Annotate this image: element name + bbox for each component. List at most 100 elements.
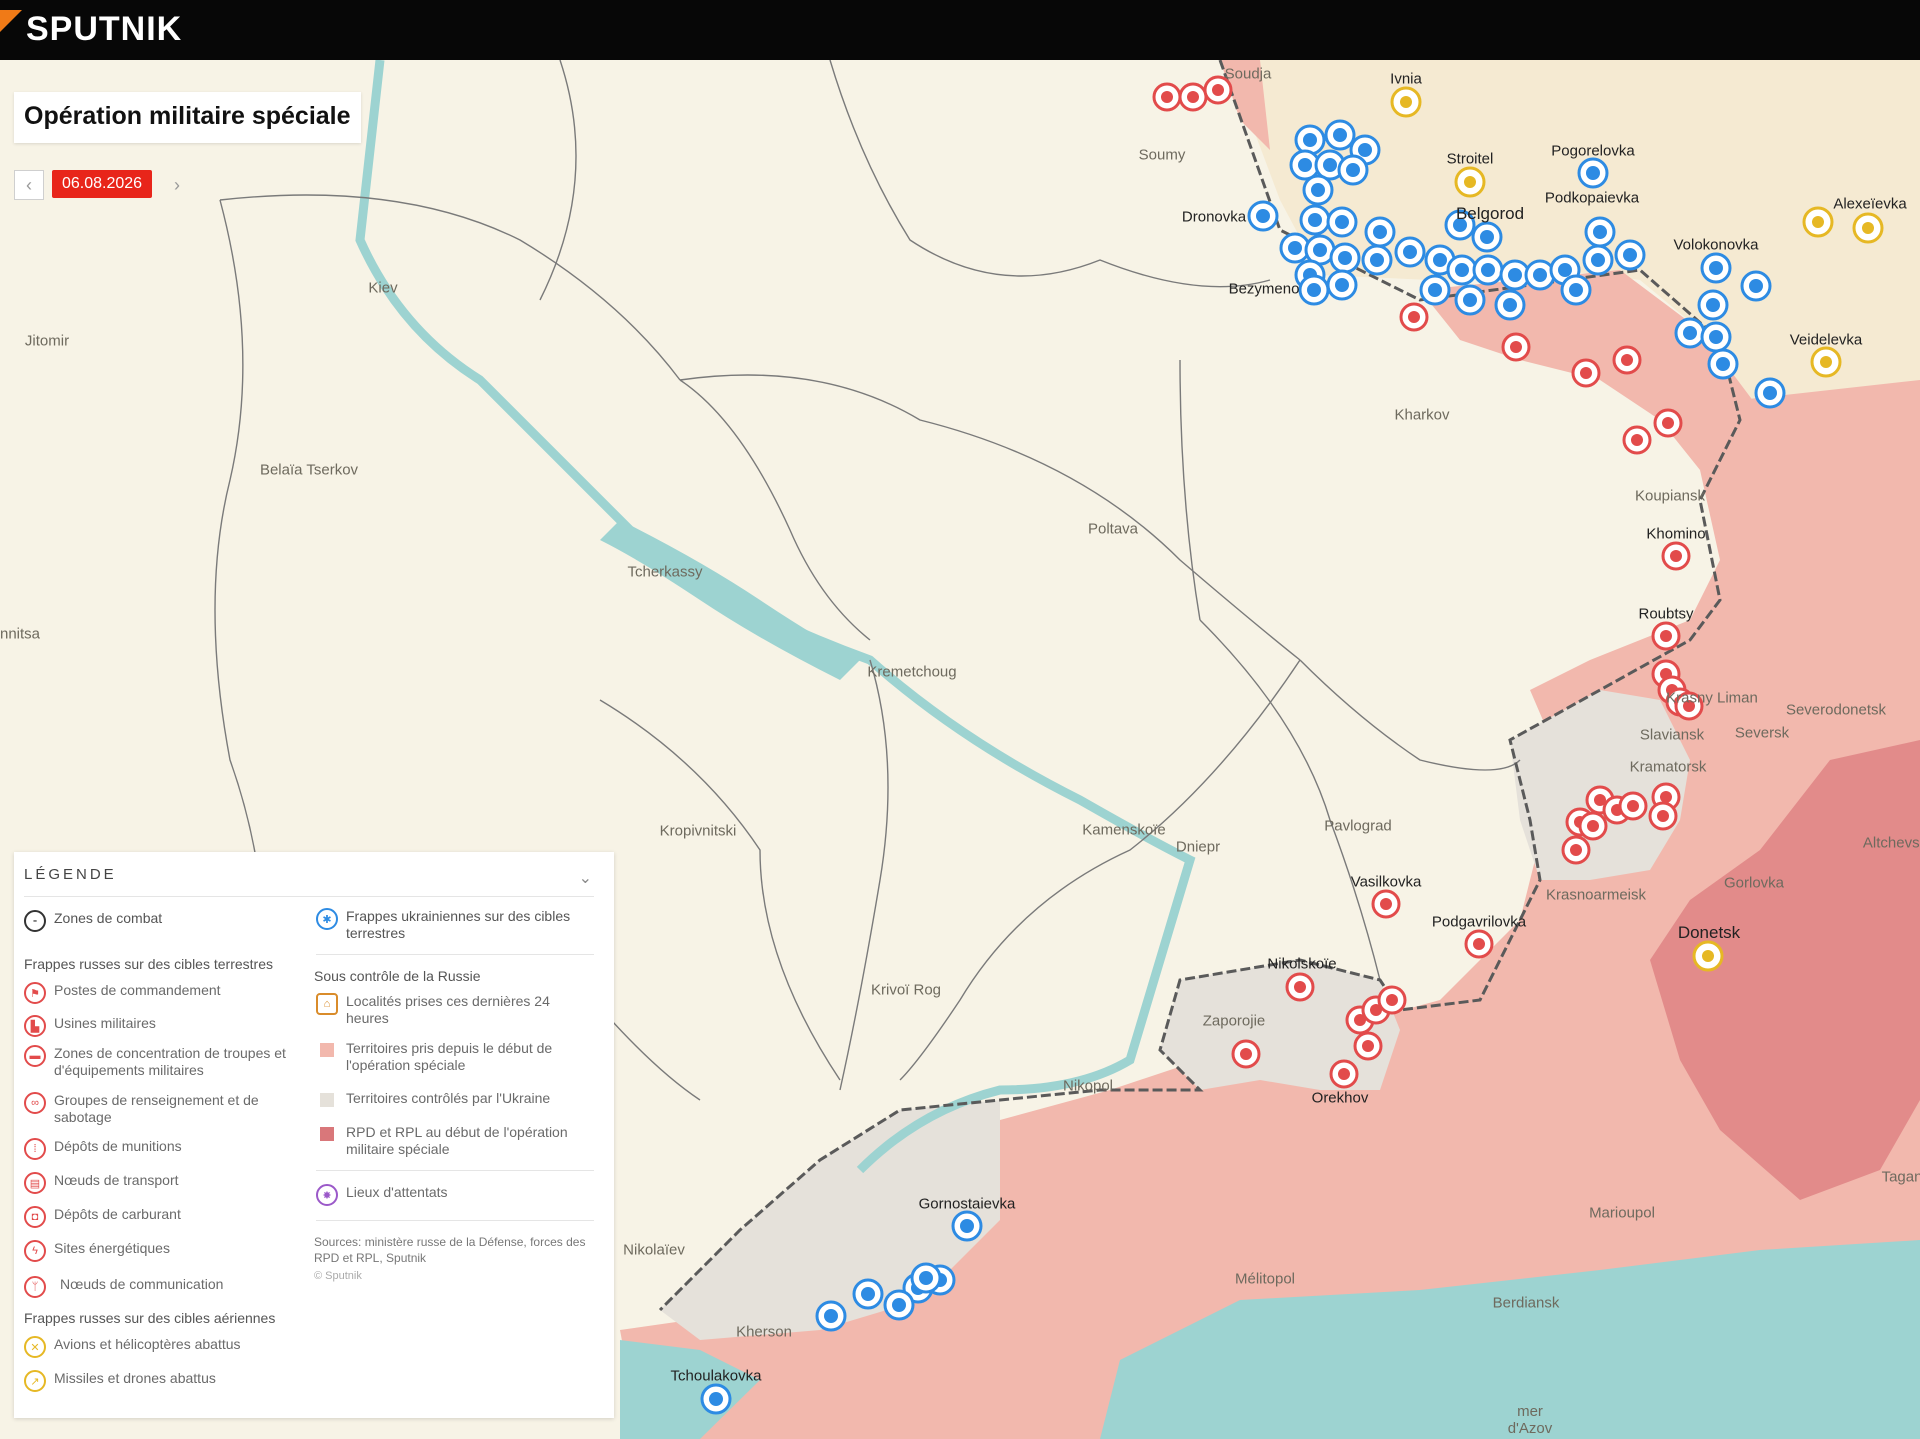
place-stroitel: Stroitel bbox=[1446, 150, 1494, 168]
legend-item-label: Territoires pris depuis le début de l'op… bbox=[346, 1040, 553, 1073]
strike-marker-red bbox=[1612, 345, 1642, 375]
legend-item: ✸ Lieux d'attentats bbox=[316, 1184, 596, 1206]
strike-marker-blue bbox=[1394, 236, 1426, 268]
legend-item: ϟ Sites énergétiques bbox=[24, 1240, 314, 1262]
chevron-right-icon[interactable]: › bbox=[162, 170, 192, 200]
header-bar: SPUTNIK bbox=[0, 0, 1920, 60]
strike-marker-blue bbox=[1454, 284, 1486, 316]
legend-heading: LÉGENDE bbox=[24, 866, 117, 883]
chevron-left-icon[interactable]: ‹ bbox=[14, 170, 44, 200]
place-krasny-liman: Krasny Liman bbox=[1666, 689, 1758, 707]
legend-item: ↗ Missiles et drones abattus bbox=[24, 1370, 314, 1392]
chevron-down-icon[interactable]: ⌄ bbox=[579, 868, 592, 888]
strike-marker-blue bbox=[852, 1278, 884, 1310]
divider bbox=[316, 954, 594, 955]
air-target-marker-yellow bbox=[1390, 86, 1422, 118]
strike-marker-blue bbox=[1419, 274, 1451, 306]
antenna-icon: ᛘ bbox=[24, 1276, 46, 1298]
place-podgavrilovka: Podgavrilovka bbox=[1431, 913, 1527, 931]
divider bbox=[316, 1220, 594, 1221]
legend-item-label: Nœuds de communication bbox=[60, 1276, 224, 1292]
strike-marker-blue bbox=[1247, 200, 1279, 232]
place-krivoi-rog: Krivoï Rog bbox=[870, 981, 942, 999]
strike-marker-red bbox=[1464, 929, 1494, 959]
divider bbox=[316, 1170, 594, 1171]
air-target-marker-yellow bbox=[1810, 346, 1842, 378]
strike-marker-blue bbox=[1364, 216, 1396, 248]
strike-marker-blue bbox=[1697, 289, 1729, 321]
legend-item: ▬ Zones de concentration de troupes et d… bbox=[24, 1045, 314, 1079]
place-zaporojie: Zaporojie bbox=[1202, 1012, 1266, 1030]
legend-item: ✕ Avions et hélicoptères abattus bbox=[24, 1336, 314, 1358]
strike-marker-blue bbox=[1584, 216, 1616, 248]
place-nikopol: Nikopol bbox=[1062, 1077, 1114, 1095]
place-gornostaievka: Gornostaievka bbox=[918, 1195, 1016, 1213]
date-badge[interactable]: 06.08.2026 bbox=[52, 170, 153, 198]
place-vasilkovka: Vasilkovka bbox=[1350, 873, 1422, 891]
strike-marker-red bbox=[1178, 82, 1208, 112]
place-soumy: Soumy bbox=[1138, 146, 1186, 164]
strike-marker-red bbox=[1561, 835, 1591, 865]
strike-marker-blue bbox=[1326, 269, 1358, 301]
strike-marker-blue bbox=[1326, 206, 1358, 238]
sputnik-logo-mark-icon bbox=[0, 10, 22, 32]
legend-item: Territoires pris depuis le début de l'op… bbox=[316, 1040, 596, 1074]
binoculars-icon: ∞ bbox=[24, 1092, 46, 1114]
strike-marker-blue bbox=[1494, 289, 1526, 321]
legend-item: ᛘ Nœuds de communication bbox=[24, 1276, 314, 1298]
place-orekhov: Orekhov bbox=[1311, 1089, 1369, 1107]
legend-russian-ground-heading: Frappes russes sur des cibles terrestres bbox=[24, 956, 273, 972]
place-krasnoarmeisk: Krasnoarmeisk bbox=[1545, 886, 1647, 904]
legend-item-label: Usines militaires bbox=[54, 1015, 156, 1031]
place-gorlovka: Gorlovka bbox=[1723, 874, 1785, 892]
place-khomino: Khomino bbox=[1646, 525, 1706, 543]
place-dronovka: Dronovka bbox=[1181, 208, 1247, 226]
strike-marker-red bbox=[1618, 791, 1648, 821]
factory-icon: ▙ bbox=[24, 1015, 46, 1037]
place-pogorelovka: Pogorelovka bbox=[1551, 142, 1635, 160]
strike-marker-red bbox=[1622, 425, 1652, 455]
strike-marker-blue bbox=[1700, 252, 1732, 284]
legend-item: RPD et RPL au début de l'opération milit… bbox=[316, 1124, 596, 1158]
sputnik-logo[interactable]: SPUTNIK bbox=[26, 10, 182, 49]
legend-combat: ⁃ Zones de combat bbox=[24, 910, 162, 932]
strike-marker-blue bbox=[1614, 239, 1646, 271]
legend-item-label: Zones de concentration de troupes et d'é… bbox=[54, 1045, 286, 1078]
fuel-icon: ◘ bbox=[24, 1206, 46, 1228]
truck-icon: ▬ bbox=[24, 1045, 46, 1067]
place-mer-azov: mer d'Azov bbox=[1507, 1403, 1553, 1437]
air-target-marker-yellow bbox=[1852, 212, 1884, 244]
legend-combat-label: Zones de combat bbox=[54, 910, 163, 926]
strike-marker-blue bbox=[1471, 221, 1503, 253]
air-target-marker-yellow bbox=[1802, 206, 1834, 238]
strike-marker-blue bbox=[1740, 270, 1772, 302]
place-ivnia: Ivnia bbox=[1390, 70, 1422, 88]
strike-marker-blue bbox=[883, 1289, 915, 1321]
strike-marker-blue bbox=[951, 1210, 983, 1242]
legend-russian-air-heading: Frappes russes sur des cibles aériennes bbox=[24, 1310, 276, 1326]
strike-marker-blue bbox=[910, 1262, 942, 1294]
strike-marker-blue bbox=[1329, 242, 1361, 274]
place-kherson: Kherson bbox=[736, 1323, 792, 1341]
place-poltava: Poltava bbox=[1087, 520, 1139, 538]
legend-item-label: Lieux d'attentats bbox=[346, 1184, 448, 1200]
place-vinnitsa: nnitsa bbox=[0, 625, 41, 643]
strike-marker-red bbox=[1231, 1039, 1261, 1069]
legend-item-label: Frappes ukrainiennes sur des cibles terr… bbox=[346, 908, 571, 941]
strike-marker-blue bbox=[1582, 244, 1614, 276]
swatch-russian-territory bbox=[320, 1043, 334, 1057]
strike-marker-red bbox=[1661, 541, 1691, 571]
strike-marker-red bbox=[1653, 408, 1683, 438]
legend-item: ⌂ Localités prises ces dernières 24 heur… bbox=[316, 993, 596, 1027]
strike-marker-red bbox=[1648, 801, 1678, 831]
legend-item-label: Nœuds de transport bbox=[54, 1172, 179, 1188]
place-kiev: Kiev bbox=[368, 279, 398, 297]
legend-item: ▤ Nœuds de transport bbox=[24, 1172, 314, 1194]
place-roubtsy: Roubtsy bbox=[1638, 605, 1694, 623]
strike-marker-red bbox=[1501, 332, 1531, 362]
strike-marker-blue bbox=[1472, 254, 1504, 286]
legend-item: ▙ Usines militaires bbox=[24, 1015, 314, 1037]
place-dniepr: Dniepr bbox=[1175, 838, 1221, 856]
place-severodonetsk: Severodonetsk bbox=[1785, 701, 1887, 719]
divider bbox=[24, 896, 594, 897]
